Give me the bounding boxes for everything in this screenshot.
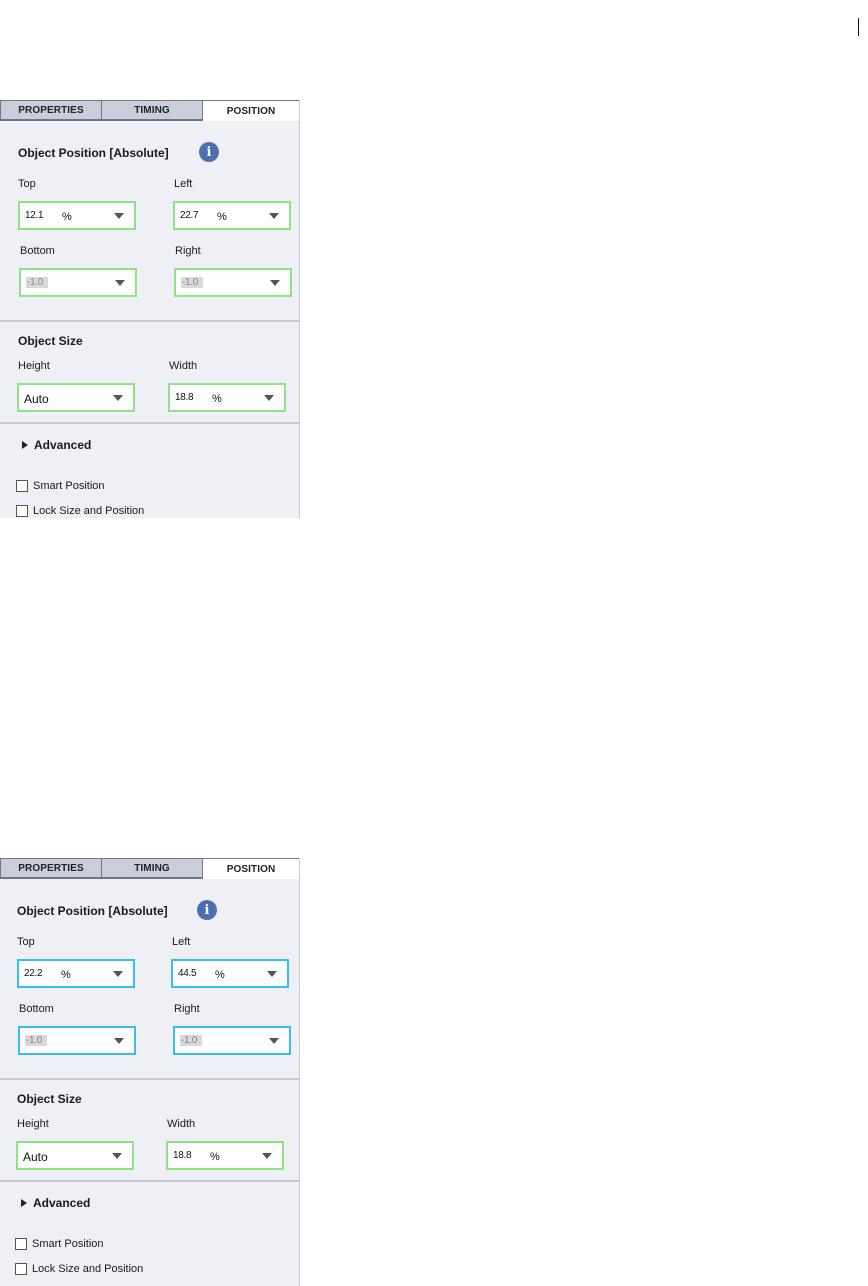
- tab-strip-divider: [0, 878, 202, 879]
- checkbox-icon[interactable]: [15, 1263, 27, 1275]
- lock-size-label: Lock Size and Position: [33, 505, 145, 517]
- top-unit: %: [61, 969, 71, 981]
- bottom-value: -1.0: [25, 1035, 48, 1046]
- top-label: Top: [18, 178, 36, 190]
- left-unit: %: [215, 969, 225, 981]
- right-field[interactable]: -1.0: [173, 1026, 291, 1055]
- height-label: Height: [18, 360, 50, 372]
- height-value: Auto: [23, 1150, 48, 1164]
- chevron-down-icon[interactable]: [113, 395, 123, 401]
- advanced-toggle[interactable]: Advanced: [21, 1196, 90, 1210]
- tab-position[interactable]: POSITION: [202, 858, 299, 879]
- height-value: Auto: [24, 392, 49, 406]
- width-unit: %: [210, 1151, 220, 1163]
- bottom-field[interactable]: -1.0: [19, 268, 137, 297]
- lock-size-label: Lock Size and Position: [32, 1263, 144, 1275]
- chevron-down-icon[interactable]: [269, 1038, 279, 1044]
- top-label: Top: [17, 936, 35, 948]
- object-size-heading: Object Size: [18, 334, 83, 348]
- right-label: Right: [174, 1003, 200, 1015]
- lock-size-checkbox[interactable]: Lock Size and Position: [16, 505, 144, 517]
- width-unit: %: [212, 393, 222, 405]
- height-label: Height: [17, 1118, 49, 1130]
- tab-properties[interactable]: PROPERTIES: [0, 100, 101, 120]
- position-panel-before: PROPERTIES TIMING POSITION Object Positi…: [0, 100, 300, 518]
- chevron-down-icon[interactable]: [114, 1038, 124, 1044]
- chevron-down-icon[interactable]: [269, 213, 279, 219]
- page-edge-marker: [858, 18, 859, 36]
- height-field[interactable]: Auto: [16, 1141, 134, 1170]
- left-field[interactable]: 44.5 %: [171, 959, 289, 988]
- advanced-label: Advanced: [34, 438, 92, 452]
- chevron-down-icon[interactable]: [264, 395, 274, 401]
- checkbox-icon[interactable]: [16, 505, 28, 517]
- height-field[interactable]: Auto: [17, 383, 135, 412]
- left-label: Left: [174, 178, 193, 190]
- info-icon[interactable]: i: [199, 142, 219, 162]
- checkbox-icon[interactable]: [16, 480, 28, 492]
- chevron-down-icon[interactable]: [113, 971, 123, 977]
- bottom-value: -1.0: [26, 277, 49, 288]
- tab-strip-divider: [0, 120, 202, 121]
- chevron-down-icon[interactable]: [114, 213, 124, 219]
- top-field[interactable]: 22.2 %: [17, 959, 135, 988]
- chevron-down-icon[interactable]: [270, 280, 280, 286]
- checkbox-icon[interactable]: [15, 1238, 27, 1250]
- left-field[interactable]: 22.7 %: [173, 201, 291, 230]
- left-unit: %: [217, 211, 227, 223]
- object-size-heading: Object Size: [17, 1092, 82, 1106]
- chevron-down-icon[interactable]: [267, 971, 277, 977]
- width-label: Width: [167, 1118, 196, 1130]
- width-value: 18.8: [175, 392, 194, 403]
- left-label: Left: [172, 936, 191, 948]
- section-divider: [0, 320, 299, 322]
- top-value: 12.1: [25, 210, 44, 221]
- info-icon[interactable]: i: [197, 900, 217, 920]
- right-label: Right: [175, 245, 201, 257]
- chevron-down-icon[interactable]: [262, 1153, 272, 1159]
- tab-strip: PROPERTIES TIMING POSITION: [0, 100, 299, 121]
- right-value: -1.0: [181, 277, 204, 288]
- lock-size-checkbox[interactable]: Lock Size and Position: [15, 1263, 143, 1275]
- smart-position-label: Smart Position: [32, 1238, 104, 1250]
- chevron-right-icon: [22, 441, 28, 449]
- tab-properties[interactable]: PROPERTIES: [0, 858, 101, 878]
- tab-strip: PROPERTIES TIMING POSITION: [0, 858, 299, 879]
- width-label: Width: [169, 360, 198, 372]
- object-position-heading: Object Position [Absolute]: [18, 146, 169, 160]
- top-unit: %: [62, 211, 72, 223]
- advanced-toggle[interactable]: Advanced: [22, 438, 91, 452]
- tab-timing[interactable]: TIMING: [101, 100, 202, 120]
- object-position-heading: Object Position [Absolute]: [17, 904, 168, 918]
- top-field[interactable]: 12.1 %: [18, 201, 136, 230]
- right-value: -1.0: [180, 1035, 203, 1046]
- smart-position-label: Smart Position: [33, 480, 105, 492]
- bottom-label: Bottom: [19, 1003, 54, 1015]
- left-value: 22.7: [180, 210, 199, 221]
- top-value: 22.2: [24, 968, 43, 979]
- right-field[interactable]: -1.0: [174, 268, 292, 297]
- smart-position-checkbox[interactable]: Smart Position: [15, 1238, 104, 1250]
- width-field[interactable]: 18.8 %: [168, 383, 286, 412]
- position-panel-after: PROPERTIES TIMING POSITION Object Positi…: [0, 858, 300, 1286]
- chevron-down-icon[interactable]: [115, 280, 125, 286]
- section-divider: [0, 422, 299, 424]
- tab-position[interactable]: POSITION: [202, 100, 299, 121]
- chevron-down-icon[interactable]: [112, 1153, 122, 1159]
- width-field[interactable]: 18.8 %: [166, 1141, 284, 1170]
- section-divider: [0, 1180, 299, 1182]
- bottom-label: Bottom: [20, 245, 55, 257]
- left-value: 44.5: [178, 968, 197, 979]
- chevron-right-icon: [21, 1199, 27, 1207]
- section-divider: [0, 1078, 299, 1080]
- smart-position-checkbox[interactable]: Smart Position: [16, 480, 105, 492]
- bottom-field[interactable]: -1.0: [18, 1026, 136, 1055]
- width-value: 18.8: [173, 1150, 192, 1161]
- tab-timing[interactable]: TIMING: [101, 858, 202, 878]
- advanced-label: Advanced: [33, 1196, 91, 1210]
